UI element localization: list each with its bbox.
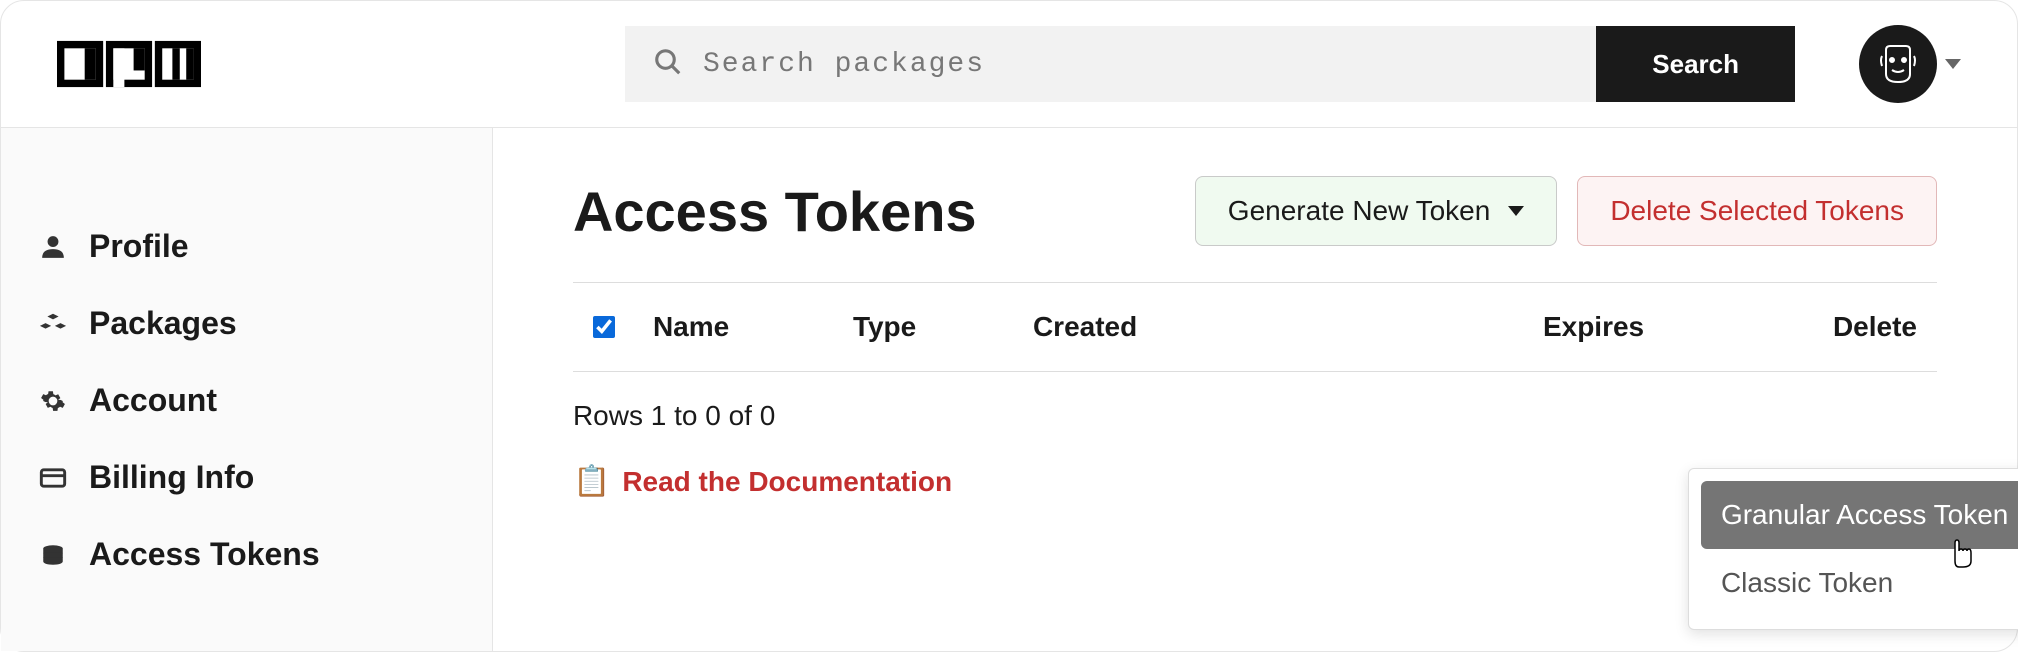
column-header-expires: Expires [1543, 311, 1833, 343]
sidebar-item-label: Account [89, 382, 217, 419]
chevron-down-icon [1945, 59, 1961, 69]
dropdown-option-granular[interactable]: Granular Access Token [1701, 481, 2018, 549]
column-header-name: Name [653, 311, 853, 343]
sidebar-item-label: Profile [89, 228, 189, 265]
user-icon [37, 234, 69, 260]
cubes-icon [37, 310, 69, 338]
npm-logo[interactable] [57, 36, 201, 92]
doc-link-label: Read the Documentation [622, 466, 952, 498]
header: Search [1, 1, 2017, 128]
generate-button-label: Generate New Token [1228, 195, 1491, 227]
chevron-down-icon [1508, 206, 1524, 216]
avatar [1859, 25, 1937, 103]
sidebar-item-profile[interactable]: Profile [37, 208, 492, 285]
sidebar-item-packages[interactable]: Packages [37, 285, 492, 362]
search-icon [653, 47, 683, 82]
sidebar-item-label: Billing Info [89, 459, 254, 496]
gear-icon [37, 388, 69, 414]
credit-card-icon [37, 464, 69, 492]
column-header-type: Type [853, 311, 1033, 343]
search-box[interactable] [625, 26, 1596, 102]
sidebar-item-label: Access Tokens [89, 536, 320, 573]
sidebar-item-label: Packages [89, 305, 237, 342]
sidebar: Profile Packages Account Billing Info [1, 128, 493, 651]
sidebar-item-access-tokens[interactable]: Access Tokens [37, 516, 492, 593]
search-input[interactable] [703, 49, 1568, 80]
search-button[interactable]: Search [1596, 26, 1795, 102]
column-header-delete: Delete [1833, 311, 1917, 343]
sidebar-item-billing[interactable]: Billing Info [37, 439, 492, 516]
user-menu[interactable] [1859, 25, 1961, 103]
generate-new-token-button[interactable]: Generate New Token [1195, 176, 1558, 246]
table-header-row: Name Type Created Expires Delete [573, 282, 1937, 372]
main-content: Access Tokens Generate New Token Delete … [493, 128, 2017, 651]
select-all-checkbox[interactable] [593, 316, 615, 338]
clipboard-icon: 📋 [573, 464, 610, 499]
dropdown-option-classic[interactable]: Classic Token [1701, 549, 2018, 617]
sidebar-item-account[interactable]: Account [37, 362, 492, 439]
page-title: Access Tokens [573, 179, 1175, 244]
coins-icon [37, 542, 69, 568]
rows-summary: Rows 1 to 0 of 0 [573, 372, 1937, 432]
generate-token-dropdown: Granular Access Token Classic Token [1688, 468, 2018, 630]
delete-selected-tokens-button[interactable]: Delete Selected Tokens [1577, 176, 1937, 246]
search-form: Search [625, 26, 1795, 102]
column-header-created: Created [1033, 311, 1543, 343]
